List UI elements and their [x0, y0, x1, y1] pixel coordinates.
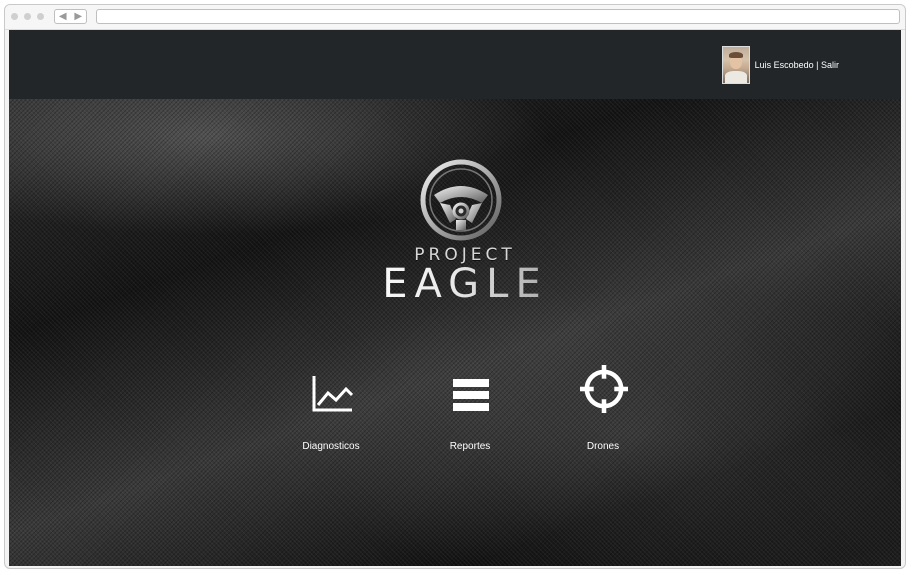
user-menu: Luis Escobedo | Salir	[721, 45, 839, 85]
browser-toolbar: ◀ ▶	[5, 5, 905, 30]
window-minimize-dot[interactable]	[24, 13, 31, 20]
forward-arrow-icon[interactable]: ▶	[74, 11, 82, 22]
app-viewport: Luis Escobedo | Salir PROJECT EAGLE Diag…	[9, 30, 901, 566]
browser-nav-buttons[interactable]: ◀ ▶	[54, 9, 87, 24]
top-navbar: Luis Escobedo | Salir	[9, 30, 901, 99]
crosshair-icon	[580, 365, 628, 413]
line-chart-icon	[312, 376, 353, 412]
browser-window: ◀ ▶ Luis Escobedo | Salir PROJECT EAGLE …	[4, 4, 906, 569]
logo-text-eagle: EAGLE	[355, 261, 575, 307]
project-eagle-logo: PROJECT EAGLE	[355, 159, 575, 309]
user-name-logout-link[interactable]: Luis Escobedo | Salir	[755, 60, 839, 70]
menu-item-drones[interactable]: Drones	[543, 363, 663, 453]
back-arrow-icon[interactable]: ◀	[59, 11, 67, 22]
address-bar[interactable]	[96, 9, 900, 24]
menu-item-diagnosticos[interactable]: Diagnosticos	[271, 363, 391, 453]
steering-wheel-logo-icon	[420, 159, 502, 241]
list-bars-icon	[453, 379, 489, 411]
menu-label-drones: Drones	[586, 441, 620, 452]
hero-background: PROJECT EAGLE Diagnosticos Reportes Dron…	[9, 99, 901, 566]
main-menu: Diagnosticos Reportes Drones	[9, 363, 901, 463]
menu-label-reportes: Reportes	[449, 441, 491, 452]
window-maximize-dot[interactable]	[37, 13, 44, 20]
avatar[interactable]	[721, 46, 750, 84]
window-close-dot[interactable]	[11, 13, 18, 20]
menu-label-diagnosticos: Diagnosticos	[302, 441, 360, 452]
menu-item-reportes[interactable]: Reportes	[410, 363, 530, 453]
